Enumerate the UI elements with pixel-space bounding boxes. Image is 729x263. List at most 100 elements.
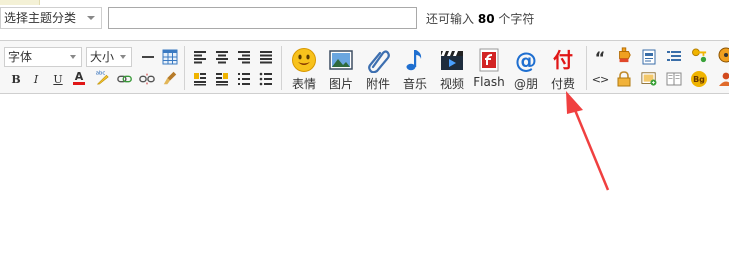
clapperboard-icon: [441, 51, 463, 70]
image-link-icon: [641, 72, 657, 86]
password-button[interactable]: [691, 47, 707, 63]
table-icon: [162, 49, 178, 65]
flash-icon: [479, 48, 499, 72]
flash-button[interactable]: Flash: [470, 45, 508, 93]
page-button[interactable]: [641, 49, 657, 65]
font-family-select[interactable]: 字体: [4, 47, 82, 67]
paid-icon: 付: [550, 47, 576, 73]
lock-icon: [617, 71, 631, 87]
underline-button[interactable]: U: [50, 71, 66, 87]
italic-button[interactable]: I: [28, 71, 44, 87]
more-button-bottom[interactable]: [716, 71, 729, 87]
picture-icon: [329, 50, 353, 70]
align-justify-button[interactable]: [258, 49, 274, 65]
toolbar-separator: [184, 46, 185, 90]
document-icon: [642, 49, 656, 65]
font-size-select[interactable]: 大小: [86, 47, 132, 67]
align-left-button[interactable]: [192, 49, 208, 65]
remaining-count: 80: [477, 12, 495, 26]
music-button[interactable]: 音乐: [396, 45, 434, 93]
emoticon-button[interactable]: 表情: [285, 45, 323, 93]
align-right-icon: [238, 51, 250, 64]
background-icon: Bg: [691, 71, 707, 87]
attachment-label: 附件: [365, 77, 390, 91]
clear-format-button[interactable]: [162, 70, 178, 86]
brush-icon: [163, 71, 177, 85]
video-button[interactable]: 视频: [433, 45, 471, 93]
float-right-icon: [216, 73, 228, 86]
font-size-value: 大小: [90, 50, 115, 64]
editor-toolbar: 字体 大小 B I U A abc 表情 图片 附件 音乐 视频 Flash @…: [0, 40, 729, 94]
category-select-value: 选择主题分类: [4, 11, 77, 25]
disc-icon: [718, 47, 729, 63]
float-left-button[interactable]: [192, 71, 208, 87]
chevron-down-icon: [70, 55, 76, 59]
category-select[interactable]: 选择主题分类: [0, 7, 102, 29]
video-label: 视频: [439, 77, 464, 91]
font-family-value: 字体: [8, 50, 33, 64]
paid-content-button[interactable]: 付 付费: [544, 45, 582, 93]
align-right-button[interactable]: [236, 49, 252, 65]
image-button[interactable]: 图片: [322, 45, 360, 93]
smiley-icon: [292, 48, 316, 72]
horizontal-rule-button[interactable]: [140, 49, 156, 65]
bold-button[interactable]: B: [8, 71, 24, 87]
svg-text:@: @: [515, 49, 537, 73]
index-button[interactable]: [666, 49, 682, 65]
columns-button[interactable]: [666, 71, 682, 87]
insert-link-button[interactable]: [117, 71, 133, 87]
spellcheck-button[interactable]: abc: [94, 69, 110, 85]
chevron-down-icon: [120, 55, 126, 59]
paperclip-icon: [368, 50, 390, 73]
align-justify-icon: [260, 51, 272, 64]
mention-button[interactable]: @ @朋: [507, 45, 545, 93]
unordered-list-icon: [259, 72, 272, 86]
at-sign-icon: @: [515, 49, 537, 73]
ordered-list-button[interactable]: [236, 71, 252, 87]
image-label: 图片: [328, 77, 353, 91]
paid-content-label: 付费: [550, 77, 575, 91]
spellcheck-icon: abc: [96, 70, 109, 85]
music-note-icon: [406, 50, 422, 71]
remaining-prefix: 还可输入: [426, 12, 475, 26]
more-button-top[interactable]: [716, 47, 729, 63]
free-content-button[interactable]: [616, 47, 632, 63]
char-remaining-text: 还可输入 80 个字符: [426, 10, 534, 27]
link-icon: [117, 75, 132, 83]
columns-icon: [666, 72, 682, 86]
float-left-icon: [194, 73, 206, 86]
background-button[interactable]: Bg: [691, 71, 707, 87]
free-tag-icon: [619, 47, 631, 63]
font-color-bar: [73, 81, 85, 85]
table-button[interactable]: [162, 49, 178, 65]
paid-glyph: 付: [553, 48, 573, 72]
insert-image-link-button[interactable]: [641, 71, 657, 87]
user-icon: [719, 72, 729, 86]
unordered-list-button[interactable]: [258, 71, 274, 87]
font-color-button[interactable]: A: [71, 70, 87, 86]
mention-label: @朋: [513, 77, 538, 91]
flash-label: Flash: [473, 75, 505, 89]
hide-content-button[interactable]: [616, 71, 632, 87]
font-color-letter: A: [74, 69, 84, 83]
float-right-button[interactable]: [214, 71, 230, 87]
quote-button[interactable]: “: [592, 48, 608, 67]
toolbar-separator: [281, 46, 282, 90]
emoticon-label: 表情: [291, 77, 316, 91]
top-notice-strip: [0, 0, 40, 5]
svg-text:abc: abc: [96, 70, 106, 76]
horizontal-rule-icon: [142, 56, 154, 58]
attachment-button[interactable]: 附件: [359, 45, 397, 93]
music-label: 音乐: [402, 77, 427, 91]
toolbar-separator: [586, 46, 587, 90]
ordered-list-icon: [238, 73, 250, 85]
align-left-icon: [194, 51, 206, 64]
code-button[interactable]: <>: [592, 71, 609, 87]
key-icon: [692, 48, 707, 63]
align-center-button[interactable]: [214, 49, 230, 65]
remove-link-button[interactable]: [139, 71, 155, 87]
align-center-icon: [216, 51, 228, 64]
unlink-icon: [139, 73, 155, 85]
editor-body[interactable]: [0, 95, 729, 263]
subject-input[interactable]: [108, 7, 417, 29]
